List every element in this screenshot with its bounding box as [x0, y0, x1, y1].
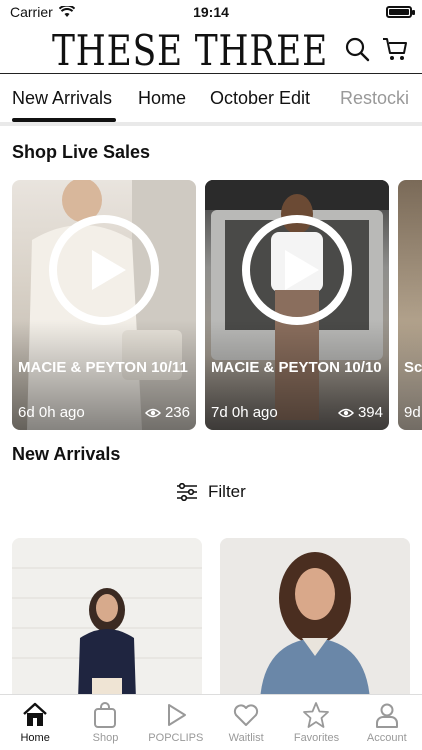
filter-button[interactable]: Filter — [176, 482, 246, 502]
live-card-title: Sc — [404, 359, 422, 376]
tabbar-label: Favorites — [293, 732, 340, 744]
tabbar-item-account[interactable]: Account — [352, 695, 422, 750]
live-card-title: MACIE & PEYTON 10/10 — [211, 359, 382, 376]
live-card-meta: 6d 0h ago 236 — [18, 404, 190, 421]
product-photo — [12, 538, 202, 700]
play-icon — [167, 704, 186, 726]
live-card-meta: 7d 0h ago 394 — [211, 404, 383, 421]
star-icon — [303, 702, 330, 728]
cart-icon[interactable] — [382, 36, 408, 62]
live-sales-title: Shop Live Sales — [12, 142, 151, 162]
app-header: THESE THREE — [0, 24, 422, 75]
new-arrivals-title: New Arrivals — [12, 444, 121, 464]
category-tabs: New Arrivals Home October Edit Restocki — [0, 74, 422, 126]
views-value: 236 — [164, 404, 190, 421]
play-icon[interactable] — [48, 214, 160, 326]
live-card-meta: 9d — [404, 404, 422, 421]
views-value: 394 — [357, 404, 383, 421]
tabbar-label: Home — [20, 732, 50, 744]
tab-october-edit[interactable]: October Edit — [210, 88, 310, 109]
active-tab-indicator — [12, 118, 116, 122]
views-count: 236 — [144, 404, 190, 421]
battery-icon — [386, 6, 415, 18]
heart-icon — [234, 704, 259, 726]
live-card[interactable]: Sc 9d — [398, 180, 422, 430]
tabbar-label: Account — [366, 732, 407, 744]
tabbar-item-waitlist[interactable]: Waitlist — [211, 695, 281, 750]
tabbar-label: Waitlist — [228, 732, 264, 744]
tab-restock[interactable]: Restocki — [340, 88, 409, 109]
live-card-title: MACIE & PEYTON 10/11 — [18, 359, 188, 376]
filter-icon — [177, 483, 197, 501]
tab-new-arrivals[interactable]: New Arrivals — [12, 88, 112, 109]
eye-icon — [144, 408, 161, 417]
tabbar-item-shop[interactable]: Shop — [70, 695, 140, 750]
brand-logo[interactable]: THESE THREE — [52, 26, 328, 75]
eye-icon — [337, 408, 354, 417]
product-photo — [220, 538, 410, 700]
tab-home[interactable]: Home — [138, 88, 186, 109]
tabbar-item-favorites[interactable]: Favorites — [281, 695, 351, 750]
play-icon[interactable] — [241, 214, 353, 326]
search-icon[interactable] — [344, 36, 370, 62]
live-card-ago: 7d 0h ago — [211, 404, 278, 421]
live-card-ago: 9d — [404, 404, 421, 421]
home-icon — [23, 702, 47, 726]
status-time: 19:14 — [193, 4, 229, 20]
live-card-ago: 6d 0h ago — [18, 404, 85, 421]
views-count: 394 — [337, 404, 383, 421]
tabbar-item-home[interactable]: Home — [0, 695, 70, 750]
bottom-tab-bar: Home Shop POPCLIPS Waitlist Favorites Ac… — [0, 694, 422, 750]
tabbar-label: Shop — [92, 732, 119, 744]
status-bar: Carrier 19:14 — [0, 0, 422, 24]
live-card[interactable]: MACIE & PEYTON 10/11 6d 0h ago 236 — [12, 180, 196, 430]
person-icon — [375, 703, 398, 728]
product-card[interactable] — [12, 538, 202, 700]
tabbar-label: POPCLIPS — [148, 732, 204, 744]
tabbar-item-popclips[interactable]: POPCLIPS — [141, 695, 211, 750]
filter-label: Filter — [208, 482, 246, 501]
live-card[interactable]: MACIE & PEYTON 10/10 7d 0h ago 394 — [205, 180, 389, 430]
product-card[interactable] — [220, 538, 410, 700]
live-sales-carousel: MACIE & PEYTON 10/11 6d 0h ago 236 MACIE… — [12, 180, 422, 432]
bag-icon — [94, 702, 117, 728]
